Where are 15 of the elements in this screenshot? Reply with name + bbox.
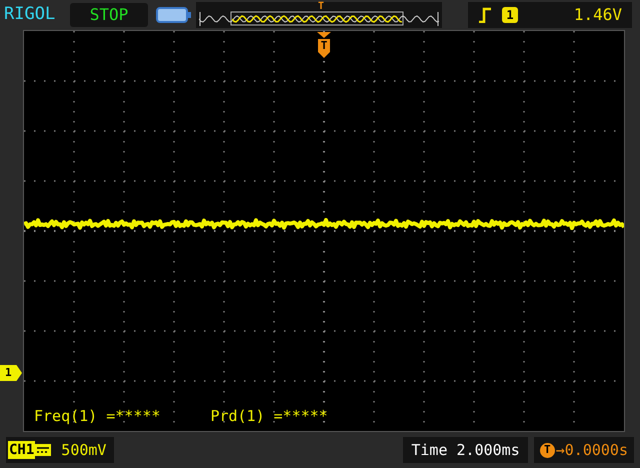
- channel-offset-marker: 1: [0, 365, 22, 381]
- trigger-offset-badge: T: [540, 442, 555, 458]
- trigger-marker-icon: [316, 30, 332, 60]
- trigger-position-marker: T: [318, 2, 324, 12]
- trigger-source-badge: 1: [502, 7, 518, 23]
- measurement-readout: Freq(1) =*****: [34, 406, 160, 427]
- trigger-offset-label: →0.0000s: [556, 440, 628, 461]
- run-state-label: STOP: [70, 3, 148, 27]
- channel-label: CH1: [8, 441, 36, 459]
- timebase-label: Time 2.000ms: [403, 437, 528, 463]
- trigger-level-label: 1.46V: [574, 4, 622, 26]
- vertical-scale-label: 500mV: [61, 440, 106, 461]
- brand-label: RIGOL: [3, 3, 56, 26]
- measurement-readout: Prd(1) =*****: [210, 406, 328, 427]
- trigger-marker-label: T: [320, 40, 328, 52]
